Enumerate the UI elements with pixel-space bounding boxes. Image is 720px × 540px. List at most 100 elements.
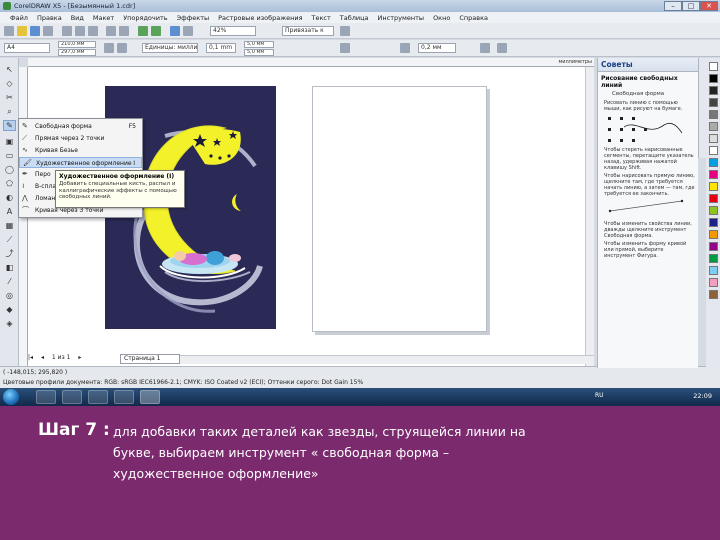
taskbar-app-icon[interactable] (114, 390, 134, 404)
snap-to-select[interactable]: Привязать к (282, 26, 334, 36)
page-tab[interactable]: Страница 1 (120, 354, 180, 364)
rectangle-tool-icon[interactable]: ▭ (3, 150, 16, 161)
eyedropper-tool-icon[interactable]: ⁄ (3, 276, 16, 287)
application-launcher-icon[interactable] (170, 26, 180, 36)
menu-table[interactable]: Таблица (340, 14, 369, 22)
close-curve-icon[interactable] (497, 43, 507, 53)
swatch-dark-green[interactable] (709, 254, 718, 263)
menu-arrange[interactable]: Упорядочить (123, 14, 167, 22)
connector-tool-icon[interactable]: ⤴ (3, 248, 16, 259)
cut-icon[interactable] (62, 26, 72, 36)
paper-size-select[interactable]: A4 (4, 43, 50, 53)
swatch-white[interactable] (709, 146, 718, 155)
import-icon[interactable] (138, 26, 148, 36)
save-icon[interactable] (30, 26, 40, 36)
menu-layout[interactable]: Макет (93, 14, 114, 22)
shape-tool-icon[interactable]: ◇ (3, 78, 16, 89)
swatch-orange[interactable] (709, 230, 718, 239)
swatch-brown[interactable] (709, 290, 718, 299)
swatch-gray-10[interactable] (709, 134, 718, 143)
swatch-gray-30[interactable] (709, 122, 718, 131)
close-button[interactable]: ✕ (700, 1, 718, 11)
nudge-field[interactable]: 0,1 mm (206, 43, 236, 53)
swatch-gray-70[interactable] (709, 98, 718, 107)
swatch-gray-50[interactable] (709, 110, 718, 119)
prev-page-icon[interactable]: ◂ (41, 354, 44, 361)
reverse-direction-icon[interactable] (480, 43, 490, 53)
menu-edit[interactable]: Правка (37, 14, 62, 22)
smart-fill-icon[interactable]: ▣ (3, 136, 16, 147)
open-icon[interactable] (17, 26, 27, 36)
page-width-field[interactable]: 210,0 мм (58, 41, 96, 48)
menu-window[interactable]: Окно (433, 14, 450, 22)
flyout-item-2-point-line[interactable]: ⟋ Прямая через 2 точки (19, 133, 142, 144)
menu-bitmaps[interactable]: Растровые изображения (218, 14, 302, 22)
taskbar-browser-icon[interactable] (88, 390, 108, 404)
menu-view[interactable]: Вид (71, 14, 84, 22)
flyout-item-bezier[interactable]: ∿ Кривая Безье (19, 145, 142, 156)
basic-shapes-icon[interactable]: ◐ (3, 192, 16, 203)
duplicate-y-field[interactable]: 5,0 мм (244, 49, 274, 56)
outline-style-icon[interactable] (400, 43, 410, 53)
table-tool-icon[interactable]: ▦ (3, 220, 16, 231)
swatch-cyan[interactable] (709, 158, 718, 167)
taskbar-media-icon[interactable] (62, 390, 82, 404)
system-clock[interactable]: 22:09 (693, 392, 712, 400)
outline-width-field[interactable]: 0,2 мм (418, 43, 456, 53)
paste-icon[interactable] (88, 26, 98, 36)
dimension-tool-icon[interactable]: ⟋ (3, 234, 16, 245)
taskbar-explorer-icon[interactable] (36, 390, 56, 404)
page-height-field[interactable]: 297,0 мм (58, 49, 96, 56)
crop-tool-icon[interactable]: ✂ (3, 92, 16, 103)
blend-tool-icon[interactable]: ◧ (3, 262, 16, 273)
swatch-pink[interactable] (709, 278, 718, 287)
horizontal-scrollbar[interactable] (140, 355, 594, 364)
undo-icon[interactable] (106, 26, 116, 36)
export-icon[interactable] (151, 26, 161, 36)
interactive-fill-icon[interactable]: ◈ (3, 318, 16, 329)
print-icon[interactable] (43, 26, 53, 36)
maximize-button[interactable]: □ (682, 1, 700, 11)
units-select[interactable]: Единицы: миллиметры (142, 43, 198, 53)
minimize-button[interactable]: – (664, 1, 682, 11)
freehand-tool-icon[interactable]: ✎ (3, 120, 16, 131)
swatch-red[interactable] (709, 194, 718, 203)
vertical-scrollbar[interactable] (585, 67, 594, 367)
pick-tool-icon[interactable]: ↖ (3, 64, 16, 75)
menu-file[interactable]: Файл (10, 14, 28, 22)
swatch-none[interactable] (709, 62, 718, 71)
menu-effects[interactable]: Эффекты (177, 14, 210, 22)
menu-text[interactable]: Текст (312, 14, 331, 22)
swatch-yellow[interactable] (709, 182, 718, 191)
fill-tool-icon[interactable]: ◆ (3, 304, 16, 315)
menu-tools[interactable]: Инструменты (378, 14, 425, 22)
taskbar-coreldraw-icon[interactable] (140, 390, 160, 404)
welcome-screen-icon[interactable] (183, 26, 193, 36)
color-profile-status[interactable]: Цветовые профили документа: RGB: sRGB IE… (3, 379, 363, 386)
start-button-icon[interactable] (3, 389, 19, 405)
new-document-icon[interactable] (4, 26, 14, 36)
redo-icon[interactable] (119, 26, 129, 36)
duplicate-x-field[interactable]: 5,0 мм (244, 41, 274, 48)
landscape-icon[interactable] (117, 43, 127, 53)
options-icon[interactable] (340, 26, 350, 36)
swatch-magenta[interactable] (709, 170, 718, 179)
portrait-icon[interactable] (104, 43, 114, 53)
freehand-smoothing-icon[interactable] (340, 43, 350, 53)
zoom-tool-icon[interactable]: ⌕ (3, 106, 16, 117)
swatch-green[interactable] (709, 206, 718, 215)
swatch-purple[interactable] (709, 242, 718, 251)
docker-tabs[interactable] (698, 58, 706, 158)
ellipse-tool-icon[interactable]: ◯ (3, 164, 16, 175)
next-page-icon[interactable]: ▸ (78, 354, 81, 361)
copy-icon[interactable] (75, 26, 85, 36)
swatch-blue[interactable] (709, 218, 718, 227)
outline-tool-icon[interactable]: ◎ (3, 290, 16, 301)
flyout-item-freehand[interactable]: ✎ Свободная форма F5 (19, 121, 142, 132)
menu-help[interactable]: Справка (459, 14, 488, 22)
swatch-gray-90[interactable] (709, 86, 718, 95)
flyout-item-artistic-media[interactable]: 🖌 Художественное оформление I (19, 157, 142, 168)
first-page-icon[interactable]: |◂ (28, 354, 33, 361)
text-tool-icon[interactable]: A (3, 206, 16, 217)
swatch-black[interactable] (709, 74, 718, 83)
